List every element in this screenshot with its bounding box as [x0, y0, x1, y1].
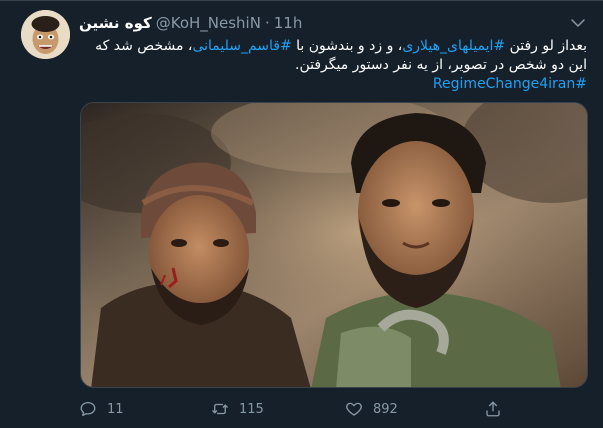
retweet-icon [211, 400, 229, 418]
text-fragment: ، و زد و بندشون با [291, 38, 403, 54]
tweet-text-line-3: #RegimeChange4iran [79, 75, 587, 94]
hashtag-link[interactable]: #قاسم_سلیمانی [192, 38, 291, 54]
tweet-header: کوه نشین @KoH_NeshiN · 11h [79, 11, 302, 35]
hashtag-link[interactable]: #ایمیلهای_هیلاری [402, 38, 505, 54]
avatar[interactable] [21, 10, 70, 59]
text-fragment: بعداز لو رفتن [505, 38, 587, 54]
share-icon [484, 400, 502, 418]
tweet-actions: 11 115 892 [79, 397, 599, 421]
share-button[interactable] [484, 397, 502, 421]
tweet-card[interactable]: کوه نشین @KoH_NeshiN · 11h بعداز لو رفتن… [0, 0, 603, 428]
tweet-text-line-2: این دو شخص در تصویر، از یه نفر دستور میگ… [295, 57, 587, 73]
heart-icon [345, 400, 363, 418]
reply-count: 11 [107, 401, 124, 417]
tweet-text: بعداز لو رفتن #ایمیلهای_هیلاری، و زد و ب… [79, 37, 587, 94]
retweet-count: 115 [239, 401, 264, 417]
author-name[interactable]: کوه نشین [79, 14, 152, 32]
hashtag-link[interactable]: #RegimeChange4iran [433, 76, 587, 92]
reply-button[interactable]: 11 [79, 397, 124, 421]
photo-image [81, 103, 587, 387]
text-fragment: ، مشخص شد که [95, 38, 193, 54]
like-count: 892 [373, 401, 398, 417]
like-button[interactable]: 892 [345, 397, 398, 421]
reply-icon [79, 400, 97, 418]
chevron-down-icon[interactable] [569, 14, 587, 32]
tweet-photo[interactable] [80, 102, 588, 388]
author-handle[interactable]: @KoH_NeshiN [156, 14, 261, 32]
retweet-button[interactable]: 115 [211, 397, 264, 421]
tweet-text-line-1: بعداز لو رفتن #ایمیلهای_هیلاری، و زد و ب… [79, 37, 587, 56]
separator-dot: · [264, 14, 270, 32]
tweet-timestamp[interactable]: 11h [274, 14, 303, 32]
